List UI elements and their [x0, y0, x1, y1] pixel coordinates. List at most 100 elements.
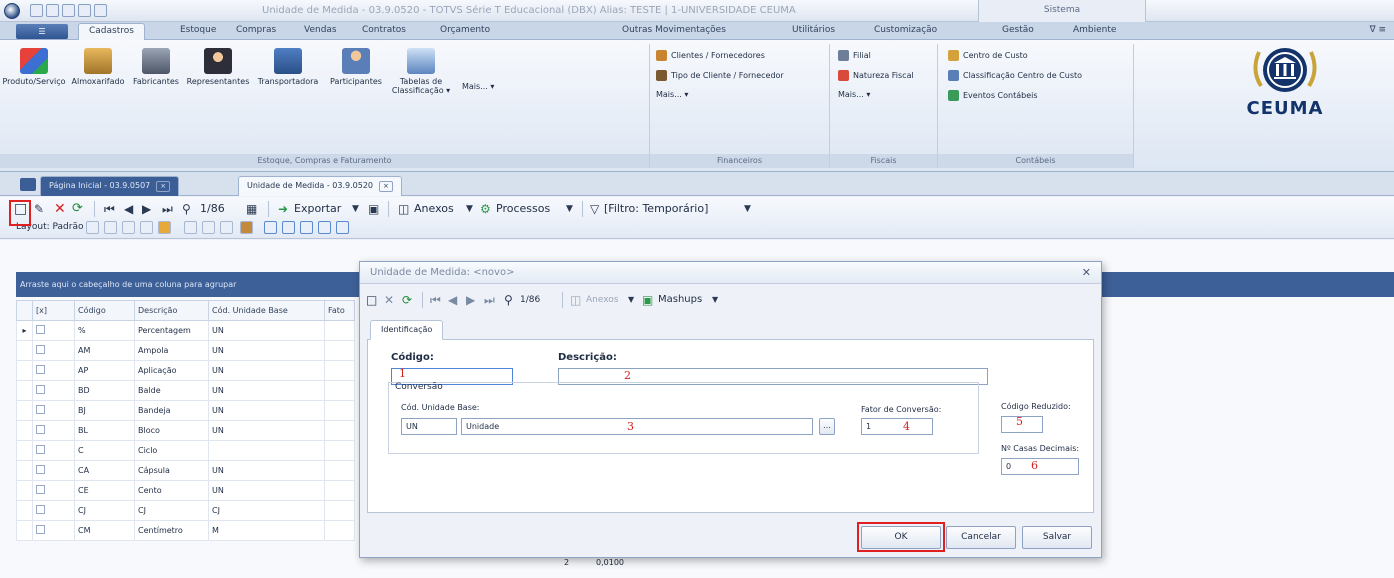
app-orb-icon[interactable]: [4, 3, 20, 19]
row-checkbox[interactable]: [32, 520, 75, 541]
chart-icon[interactable]: [240, 221, 253, 234]
chevron-down-icon[interactable]: ▼: [712, 290, 718, 310]
layout-tool-icon[interactable]: [318, 221, 331, 234]
search-icon[interactable]: ⚲: [504, 290, 513, 310]
previous-record-icon[interactable]: ◀: [448, 290, 457, 310]
delete-icon[interactable]: ✕: [384, 290, 394, 310]
grid-view-icon[interactable]: ▦: [246, 199, 257, 219]
representantes-button[interactable]: Representantes: [184, 46, 252, 86]
tab-cadastros[interactable]: Cadastros: [78, 23, 145, 40]
layout-tool-icon[interactable]: [300, 221, 313, 234]
layout-tool-icon[interactable]: [158, 221, 171, 234]
first-record-icon[interactable]: ⏮: [430, 290, 441, 310]
table-row[interactable]: CM Centímetro M: [16, 520, 355, 541]
layout-tool-icon[interactable]: [336, 221, 349, 234]
participantes-button[interactable]: Participantes: [324, 46, 388, 86]
column-header-cod-unidade-base[interactable]: Cód. Unidade Base: [208, 300, 325, 321]
fator-conversao-input[interactable]: 1: [861, 418, 933, 435]
next-record-icon[interactable]: ▶: [142, 199, 151, 219]
qat-print-icon[interactable]: [62, 4, 75, 17]
layout-tool-icon[interactable]: [184, 221, 197, 234]
app-menu-button[interactable]: ☰: [16, 24, 68, 39]
chevron-down-icon[interactable]: ▼: [628, 290, 634, 310]
delete-icon[interactable]: ✕: [54, 199, 66, 219]
column-header-select[interactable]: [x]: [32, 300, 75, 321]
last-record-icon[interactable]: ⏭: [162, 199, 173, 219]
tipo-cliente-button[interactable]: Tipo de Cliente / Fornecedor: [656, 70, 784, 81]
casas-decimais-input[interactable]: 0: [1001, 458, 1079, 475]
table-row[interactable]: AM Ampola UN: [16, 340, 355, 361]
lookup-button[interactable]: …: [819, 418, 835, 435]
first-record-icon[interactable]: ⏮: [104, 199, 115, 219]
table-row[interactable]: CJ CJ CJ: [16, 500, 355, 521]
edit-icon[interactable]: ✎: [34, 199, 44, 219]
tab-compras[interactable]: Compras: [236, 25, 276, 35]
chevron-down-icon[interactable]: ▼: [466, 199, 473, 219]
layout-tool-icon[interactable]: [140, 221, 153, 234]
tab-estoque[interactable]: Estoque: [180, 25, 216, 35]
export-options-icon[interactable]: ▣: [368, 199, 379, 219]
close-icon[interactable]: ×: [156, 181, 171, 192]
filial-button[interactable]: Filial: [838, 50, 871, 61]
last-record-icon[interactable]: ⏭: [484, 290, 495, 310]
filter-button[interactable]: [Filtro: Temporário]: [604, 199, 708, 219]
almoxarifado-button[interactable]: Almoxarifado: [68, 46, 128, 86]
qat-new-icon[interactable]: [30, 4, 43, 17]
table-row[interactable]: CE Cento UN: [16, 480, 355, 501]
row-checkbox[interactable]: [32, 400, 75, 421]
tab-utilitarios[interactable]: Utilitários: [792, 25, 835, 35]
tabelas-classificacao-button[interactable]: Tabelas de Classificação ▾: [388, 46, 454, 95]
tab-vendas[interactable]: Vendas: [304, 25, 337, 35]
chevron-down-icon[interactable]: ▼: [566, 199, 573, 219]
clientes-fornecedores-button[interactable]: Clientes / Fornecedores: [656, 50, 765, 61]
mashups-button[interactable]: Mashups: [658, 290, 702, 310]
export-button[interactable]: Exportar: [294, 199, 341, 219]
close-icon[interactable]: ✕: [1082, 266, 1091, 279]
new-record-icon[interactable]: □: [366, 290, 377, 310]
layout-tool-icon[interactable]: [264, 221, 277, 234]
estoque-more-button[interactable]: Mais... ▾: [462, 82, 494, 91]
table-row[interactable]: BJ Bandeja UN: [16, 400, 355, 421]
produto-servico-button[interactable]: Produto/Serviço: [0, 46, 68, 86]
annexes-button[interactable]: Anexos: [414, 199, 454, 219]
layout-tool-icon[interactable]: [202, 221, 215, 234]
fabricantes-button[interactable]: Fabricantes: [128, 46, 184, 86]
row-checkbox[interactable]: [32, 360, 75, 381]
transportadora-button[interactable]: Transportadora: [252, 46, 324, 86]
processes-button[interactable]: Processos: [496, 199, 550, 219]
centro-custo-button[interactable]: Centro de Custo: [948, 50, 1028, 61]
layout-tool-icon[interactable]: [282, 221, 295, 234]
qat-save-icon[interactable]: [46, 4, 59, 17]
row-checkbox[interactable]: [32, 500, 75, 521]
refresh-icon[interactable]: ⟳: [402, 290, 412, 310]
tab-orcamento[interactable]: Orçamento: [440, 25, 490, 35]
row-checkbox[interactable]: [32, 460, 75, 481]
dialog-annexes-button[interactable]: Anexos: [586, 290, 618, 310]
tab-customizacao[interactable]: Customização: [874, 25, 937, 35]
ribbon-minimize-icon[interactable]: ∇ ≡: [1370, 25, 1386, 35]
tab-outras-movimentacoes[interactable]: Outras Movimentações: [622, 25, 726, 35]
system-tab[interactable]: Sistema: [978, 0, 1146, 22]
table-row[interactable]: C Ciclo: [16, 440, 355, 461]
table-row[interactable]: BL Bloco UN: [16, 420, 355, 441]
doc-tab-pagina-inicial[interactable]: Página Inicial - 03.9.0507 ×: [40, 176, 180, 196]
column-header-descricao[interactable]: Descrição: [134, 300, 209, 321]
next-record-icon[interactable]: ▶: [466, 290, 475, 310]
cod-unidade-base-input[interactable]: UN: [401, 418, 457, 435]
column-header-codigo[interactable]: Código: [74, 300, 135, 321]
qat-undo-icon[interactable]: [78, 4, 91, 17]
eventos-contabeis-button[interactable]: Eventos Contábeis: [948, 90, 1038, 101]
doc-tab-unidade-medida[interactable]: Unidade de Medida - 03.9.0520 ×: [238, 176, 402, 196]
tab-menu-icon[interactable]: [20, 178, 36, 191]
classificacao-centro-custo-button[interactable]: Classificação Centro de Custo: [948, 70, 1082, 81]
table-row[interactable]: ▸ % Percentagem UN: [16, 320, 355, 341]
table-row[interactable]: BD Balde UN: [16, 380, 355, 401]
refresh-icon[interactable]: ⟳: [72, 199, 83, 219]
row-checkbox[interactable]: [32, 320, 75, 341]
tab-identificacao[interactable]: Identificação: [370, 320, 444, 340]
row-checkbox[interactable]: [32, 340, 75, 361]
tab-gestao[interactable]: Gestão: [1002, 25, 1034, 35]
row-checkbox[interactable]: [32, 440, 75, 461]
fiscais-more-button[interactable]: Mais... ▾: [838, 90, 870, 99]
cancel-button[interactable]: Cancelar: [946, 526, 1016, 549]
